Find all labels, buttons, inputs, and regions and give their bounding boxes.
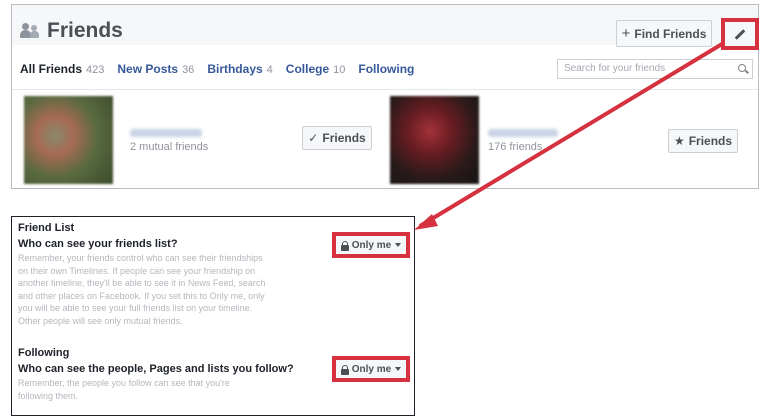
callout-arrow xyxy=(414,42,724,230)
arrow-line xyxy=(418,42,724,228)
